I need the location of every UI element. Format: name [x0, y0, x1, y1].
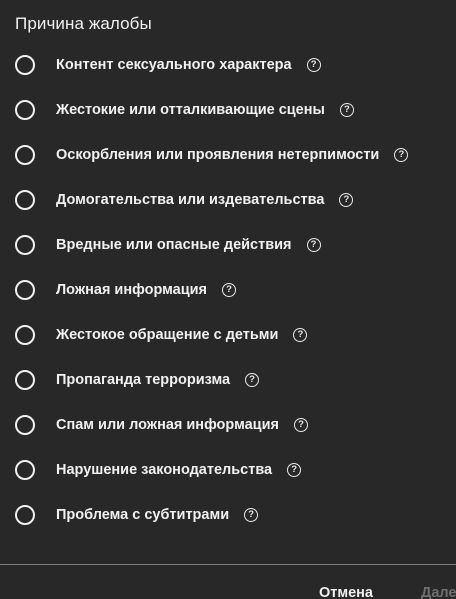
help-icon[interactable]: ? [222, 283, 237, 297]
help-icon[interactable]: ? [293, 418, 308, 432]
radio-button[interactable] [15, 505, 35, 525]
help-icon[interactable]: ? [287, 463, 302, 477]
reason-label: Жестокое обращение с детьми ? [56, 327, 308, 343]
help-icon[interactable]: ? [394, 148, 409, 162]
radio-button[interactable] [15, 460, 35, 480]
report-reason-list: Контент сексуального характера ? Жестоки… [0, 44, 456, 539]
reason-option[interactable]: Домогательства или издевательства ? [0, 179, 456, 224]
reason-label: Спам или ложная информация ? [56, 417, 308, 433]
report-dialog: Причина жалобы Контент сексуального хара… [0, 0, 456, 599]
reason-option[interactable]: Жестокие или отталкивающие сцены ? [0, 89, 456, 134]
reason-label: Домогательства или издевательства ? [56, 192, 354, 208]
reason-option[interactable]: Ложная информация ? [0, 269, 456, 314]
cancel-button[interactable]: Отмена [319, 585, 373, 599]
help-icon[interactable]: ? [245, 373, 260, 387]
reason-label: Ложная информация ? [56, 282, 237, 298]
dialog-title: Причина жалобы [15, 14, 152, 33]
radio-button[interactable] [15, 100, 35, 120]
help-icon[interactable]: ? [293, 328, 308, 342]
reason-option[interactable]: Проблема с субтитрами ? [0, 494, 456, 539]
reason-option[interactable]: Жестокое обращение с детьми ? [0, 314, 456, 359]
radio-button[interactable] [15, 55, 35, 75]
radio-button[interactable] [15, 190, 35, 210]
reason-label: Жестокие или отталкивающие сцены ? [56, 102, 354, 118]
reason-label: Вредные или опасные действия ? [56, 237, 321, 253]
radio-button[interactable] [15, 145, 35, 165]
reason-option[interactable]: Нарушение законодательства ? [0, 449, 456, 494]
reason-label: Оскорбления или проявления нетерпимости … [56, 147, 409, 163]
reason-label: Нарушение законодательства ? [56, 462, 302, 478]
reason-option[interactable]: Вредные или опасные действия ? [0, 224, 456, 269]
radio-button[interactable] [15, 325, 35, 345]
next-button[interactable]: Далее [421, 585, 456, 599]
help-icon[interactable]: ? [244, 508, 259, 522]
reason-label: Контент сексуального характера ? [56, 57, 321, 73]
help-icon[interactable]: ? [306, 238, 321, 252]
reason-option[interactable]: Оскорбления или проявления нетерпимости … [0, 134, 456, 179]
help-icon[interactable]: ? [339, 103, 354, 117]
reason-option[interactable]: Контент сексуального характера ? [0, 44, 456, 89]
reason-label: Пропаганда терроризма ? [56, 372, 260, 388]
reason-label: Проблема с субтитрами ? [56, 507, 259, 523]
reason-option[interactable]: Пропаганда терроризма ? [0, 359, 456, 404]
reason-option[interactable]: Спам или ложная информация ? [0, 404, 456, 449]
radio-button[interactable] [15, 370, 35, 390]
help-icon[interactable]: ? [306, 58, 321, 72]
help-icon[interactable]: ? [339, 193, 354, 207]
dialog-footer: Отмена Далее [0, 565, 456, 599]
radio-button[interactable] [15, 280, 35, 300]
radio-button[interactable] [15, 415, 35, 435]
radio-button[interactable] [15, 235, 35, 255]
